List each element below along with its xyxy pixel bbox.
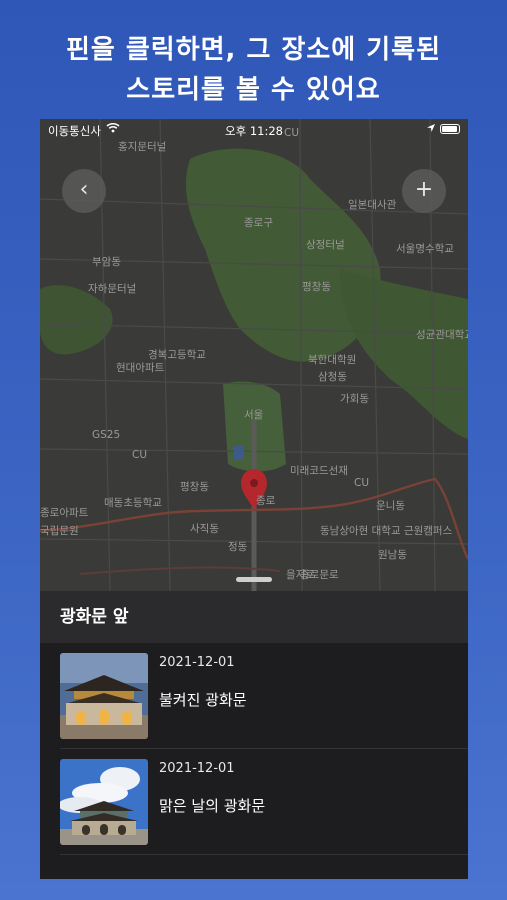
map-label: GS25 — [92, 429, 121, 441]
map-label: 일본대사관 — [348, 199, 397, 211]
map-label: 서울 — [244, 409, 264, 421]
divider — [60, 854, 468, 855]
map-label: 부암동 — [92, 256, 121, 268]
place-title: 광화문 앞 — [40, 591, 468, 643]
map-label: 정동 — [228, 541, 248, 553]
location-arrow-icon — [427, 124, 435, 132]
headline-line-2: 스토리를 볼 수 있어요 — [126, 75, 381, 105]
map-label: 삼청동 — [318, 371, 347, 383]
chevron-left-icon: ‹ — [79, 177, 89, 202]
map-label: 을지로 — [286, 569, 315, 581]
map-label: 성균관대학교 — [416, 329, 468, 341]
map-label: 미래코드선재 — [290, 465, 348, 477]
story-date: 2021-12-01 — [159, 655, 235, 670]
map-label: 동남상아현 대학교 근원캠퍼스 — [320, 525, 453, 537]
map-label: 북한대학원 — [308, 354, 357, 366]
map-label: 홍지문터널 — [118, 141, 167, 153]
stories-sheet: 광화문 앞 2021-12-01 불켜진 광화문 2021-12-01 맑은 날… — [40, 591, 468, 879]
map-label: 상정터널 — [306, 239, 345, 251]
map-view[interactable]: 홍지문터널 종로구 일본대사관 상정터널 부암동 서울명수학교 자하문터널 성균… — [40, 119, 468, 591]
gate-day-photo — [60, 759, 148, 845]
story-date: 2021-12-01 — [159, 761, 235, 776]
map-label: 국립문원 — [40, 525, 79, 537]
gate-night-photo — [60, 653, 148, 739]
map-label: CU — [354, 477, 370, 489]
map-label: 가회동 — [340, 393, 369, 405]
story-item[interactable]: 2021-12-01 불켜진 광화문 — [60, 643, 468, 749]
clock: 오후 11:28 — [225, 124, 283, 138]
map-label: 종로 — [256, 495, 276, 507]
back-button[interactable]: ‹ — [62, 169, 106, 213]
story-title: 불켜진 광화문 — [159, 691, 247, 709]
map-label: 현대아파트 — [116, 362, 165, 374]
headline-line-1: 핀을 클릭하면, 그 장소에 기록된 — [65, 35, 442, 65]
map-label: 평창동 — [180, 481, 209, 493]
promo-headline: 핀을 클릭하면, 그 장소에 기록된 스토리를 볼 수 있어요 — [0, 30, 507, 110]
map-label: 매동초등학교 — [104, 497, 162, 509]
story-item[interactable]: 2021-12-01 맑은 날의 광화문 — [60, 749, 468, 855]
battery-icon — [440, 124, 460, 134]
story-title: 맑은 날의 광화문 — [159, 797, 266, 815]
phone-screen: 홍지문터널 종로구 일본대사관 상정터널 부암동 서울명수학교 자하문터널 성균… — [40, 119, 468, 879]
status-bar: 이동통신사 오후 11:28 — [40, 119, 468, 141]
map-label: CU — [132, 449, 148, 461]
plus-icon: + — [414, 177, 434, 202]
map-label: 평창동 — [302, 281, 331, 293]
add-button[interactable]: + — [402, 169, 446, 213]
sheet-grab-handle[interactable] — [236, 577, 272, 582]
map-label: 운니동 — [376, 500, 405, 512]
map-label: 사직동 — [190, 523, 219, 535]
map-label: 서울명수학교 — [396, 243, 454, 255]
map-label: 종로구 — [244, 217, 273, 229]
map-label: 원남동 — [378, 549, 407, 561]
map-label: 자하문터널 — [88, 283, 137, 295]
map-label: 종로아파트 — [40, 507, 89, 519]
